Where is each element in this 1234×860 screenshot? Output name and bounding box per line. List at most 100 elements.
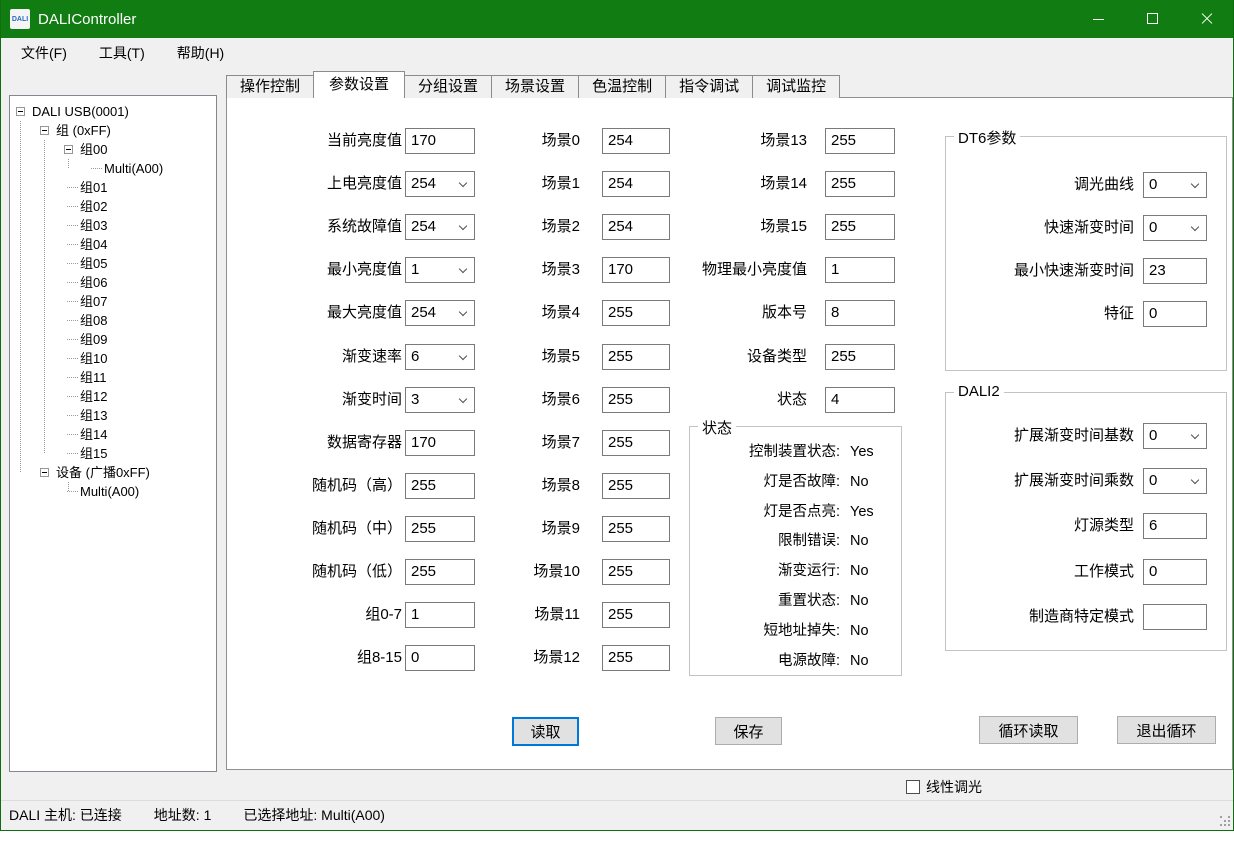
tree-item[interactable]: 组07 xyxy=(10,292,216,311)
minimize-button[interactable] xyxy=(1071,0,1125,38)
field-input[interactable]: 6 xyxy=(1143,513,1207,539)
field-value: 255 xyxy=(826,129,894,153)
tab-strip: 操作控制 参数设置 分组设置 场景设置 色温控制 指令调试 调试监控 xyxy=(226,71,839,98)
tree-item[interactable]: 组08 xyxy=(10,311,216,330)
tree-item[interactable]: DALI USB(0001) xyxy=(10,102,216,121)
tree-item[interactable]: 组10 xyxy=(10,349,216,368)
scene-row: 场景5 255 xyxy=(502,344,682,370)
field-input[interactable]: 3 xyxy=(405,387,475,413)
field-input[interactable]: 255 xyxy=(405,559,475,585)
field-input[interactable]: 255 xyxy=(602,344,670,370)
menu-item[interactable]: 文件(F) xyxy=(9,38,79,68)
field-input[interactable]: 255 xyxy=(602,430,670,456)
tree-item[interactable]: 组09 xyxy=(10,330,216,349)
tree-item[interactable]: 组06 xyxy=(10,273,216,292)
tab[interactable]: 场景设置 xyxy=(491,75,579,98)
field-input[interactable]: 255 xyxy=(825,171,895,197)
maximize-button[interactable] xyxy=(1125,0,1179,38)
field-input[interactable]: 255 xyxy=(602,559,670,585)
field-value: 255 xyxy=(406,560,474,584)
param-row: 快速渐变时间 0 xyxy=(946,215,1226,241)
field-input[interactable]: 255 xyxy=(825,344,895,370)
status-row: 控制装置状态: Yes xyxy=(690,442,901,462)
menu-item[interactable]: 帮助(H) xyxy=(165,38,236,68)
tab[interactable]: 参数设置 xyxy=(313,71,405,98)
minus-icon xyxy=(42,472,47,473)
resize-grip[interactable] xyxy=(1220,816,1222,818)
tab[interactable]: 分组设置 xyxy=(404,75,492,98)
field-input[interactable]: 0 xyxy=(1143,468,1207,494)
param-row: 场景14 255 xyxy=(692,171,907,197)
tree-expander-icon[interactable] xyxy=(64,145,73,154)
tree-expander-icon[interactable] xyxy=(40,126,49,135)
field-input[interactable]: 170 xyxy=(405,430,475,456)
field-input[interactable]: 255 xyxy=(405,516,475,542)
field-input[interactable]: 254 xyxy=(405,214,475,240)
tree-item[interactable]: 组15 xyxy=(10,444,216,463)
tree-item[interactable]: 组13 xyxy=(10,406,216,425)
field-input[interactable]: 254 xyxy=(602,171,670,197)
field-input[interactable]: 254 xyxy=(602,214,670,240)
tree-expander-icon[interactable] xyxy=(40,468,49,477)
field-input[interactable]: 0 xyxy=(1143,301,1207,327)
tree-item[interactable]: 组12 xyxy=(10,387,216,406)
tree-item[interactable]: 组02 xyxy=(10,197,216,216)
minus-icon xyxy=(66,149,71,150)
field-input[interactable]: 255 xyxy=(602,516,670,542)
field-input[interactable]: 255 xyxy=(602,602,670,628)
field-input[interactable]: 0 xyxy=(1143,215,1207,241)
field-input[interactable]: 255 xyxy=(825,128,895,154)
tree-item[interactable]: 设备 (广播0xFF) xyxy=(10,463,216,482)
field-input[interactable]: 255 xyxy=(602,645,670,671)
tree-item[interactable]: 组14 xyxy=(10,425,216,444)
field-input[interactable]: 4 xyxy=(825,387,895,413)
field-input[interactable]: 255 xyxy=(602,387,670,413)
field-input[interactable]: 6 xyxy=(405,344,475,370)
dali2-groupbox: DALI2 扩展渐变时间基数 0 扩展渐变时间乘数 0 xyxy=(945,392,1227,651)
field-input[interactable]: 1 xyxy=(405,257,475,283)
tree-item[interactable]: 组00 xyxy=(10,140,216,159)
field-input[interactable]: 254 xyxy=(602,128,670,154)
status-label: 重置状态: xyxy=(690,591,840,611)
field-input[interactable]: 1 xyxy=(405,602,475,628)
field-value: 255 xyxy=(603,345,669,369)
loop-read-button[interactable]: 循环读取 xyxy=(979,716,1078,744)
field-input[interactable]: 23 xyxy=(1143,258,1207,284)
menu-item[interactable]: 工具(T) xyxy=(87,38,157,68)
field-input[interactable] xyxy=(1143,604,1207,630)
field-input[interactable]: 255 xyxy=(825,214,895,240)
save-button[interactable]: 保存 xyxy=(715,717,782,745)
tree-expander-icon[interactable] xyxy=(16,107,25,116)
field-input[interactable]: 0 xyxy=(1143,423,1207,449)
close-button[interactable] xyxy=(1179,0,1233,38)
tab[interactable]: 指令调试 xyxy=(665,75,753,98)
field-label: 灯源类型 xyxy=(946,513,1134,539)
field-input[interactable]: 0 xyxy=(1143,559,1207,585)
field-input[interactable]: 170 xyxy=(405,128,475,154)
tree-item[interactable]: 组11 xyxy=(10,368,216,387)
tree-item[interactable]: 组04 xyxy=(10,235,216,254)
field-input[interactable]: 255 xyxy=(405,473,475,499)
tab[interactable]: 色温控制 xyxy=(578,75,666,98)
tree-item[interactable]: 组03 xyxy=(10,216,216,235)
exit-loop-button[interactable]: 退出循环 xyxy=(1117,716,1216,744)
field-input[interactable]: 255 xyxy=(602,300,670,326)
tab[interactable]: 操作控制 xyxy=(226,75,314,98)
tree-item[interactable]: 组 (0xFF) xyxy=(10,121,216,140)
field-input[interactable]: 170 xyxy=(602,257,670,283)
field-input[interactable]: 0 xyxy=(405,645,475,671)
field-input[interactable]: 1 xyxy=(825,257,895,283)
tree-item[interactable]: 组05 xyxy=(10,254,216,273)
linear-dimming-checkbox[interactable] xyxy=(906,780,920,794)
tab[interactable]: 调试监控 xyxy=(752,75,840,98)
field-input[interactable]: 8 xyxy=(825,300,895,326)
tree-item[interactable]: Multi(A00) xyxy=(10,159,216,178)
field-input[interactable]: 254 xyxy=(405,171,475,197)
field-input[interactable]: 254 xyxy=(405,300,475,326)
field-input[interactable]: 0 xyxy=(1143,172,1207,198)
tree-item[interactable]: Multi(A00) xyxy=(10,482,216,501)
tree-item[interactable]: 组01 xyxy=(10,178,216,197)
param-row: 随机码（中） 255 xyxy=(287,516,487,542)
read-button[interactable]: 读取 xyxy=(512,717,579,746)
field-input[interactable]: 255 xyxy=(602,473,670,499)
